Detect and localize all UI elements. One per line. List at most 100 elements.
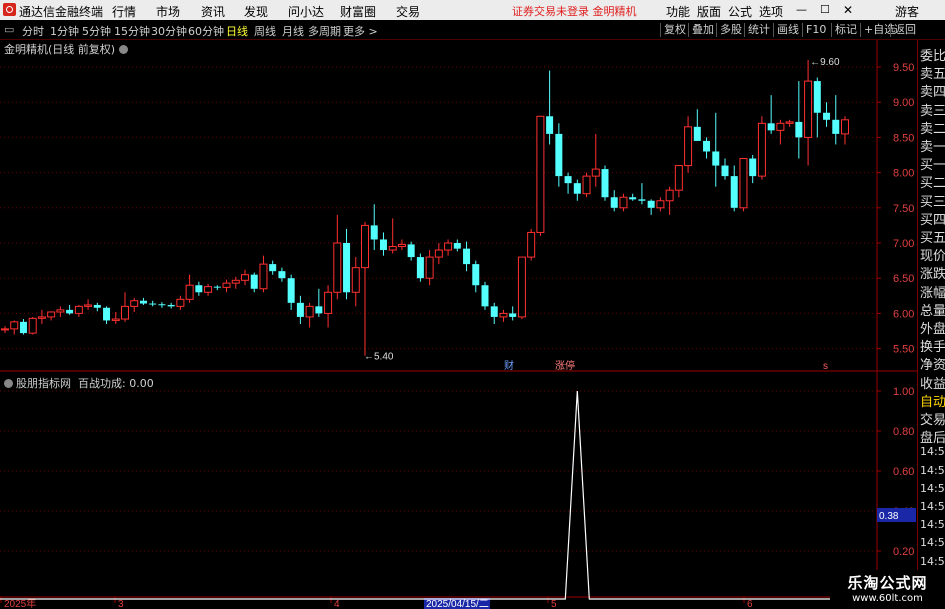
candle-body-down (767, 123, 775, 131)
quote-panel-label: 净资 (920, 358, 945, 374)
quote-panel-label: 14:56 (920, 463, 945, 477)
quote-panel-label: 14:56 (920, 481, 945, 495)
kline-chart[interactable]: 9.50 9.00 8.50 8.00 7.50 7.00 6.50 6.00 5.50 ←9.6… (0, 0, 945, 609)
quote-panel-label: 买四 (920, 212, 945, 228)
quote-panel-label: 收益 (920, 376, 945, 392)
quote-panel-label: 换手 (920, 340, 945, 356)
candle-body-down (407, 244, 415, 258)
candle-body-up (665, 189, 674, 202)
candle-body-up (241, 274, 249, 281)
candle-body-up (684, 126, 693, 167)
price-tick-label: 9.00 (893, 97, 914, 109)
watermark-title: 乐淘公式网 (847, 574, 928, 592)
quote-panel-label: 卖三 (920, 103, 945, 119)
candle-body-up (397, 243, 406, 248)
candle-body-down (250, 274, 258, 289)
candle-body-down (601, 169, 609, 198)
indicator-title: 股朋指标网 百战功成: 0.00 (4, 375, 154, 391)
candle-body-up (841, 119, 849, 135)
candle-body-down (813, 81, 821, 113)
quote-panel-label: 委比 (920, 49, 945, 64)
candle-body-down (93, 304, 101, 308)
candle-body-down (66, 309, 74, 314)
quote-panel-label: 卖二 (920, 121, 945, 137)
low-price-label: ←5.40 (364, 352, 394, 363)
candle-body-up (776, 122, 785, 131)
candle-body-up (305, 305, 314, 318)
candle-body-down (278, 271, 286, 279)
candle-body-down (103, 307, 111, 321)
quote-panel-label: 现价 (920, 249, 945, 265)
quote-panel-label: 自动 (920, 394, 945, 410)
indicator-line (0, 390, 877, 600)
price-tick-label: 6.00 (893, 308, 914, 320)
candle-body-up (527, 231, 536, 258)
candle-body-up (425, 256, 434, 279)
candle-body-up (804, 80, 813, 138)
candle-body-up (619, 196, 628, 209)
candle-body-up (10, 321, 19, 330)
candle-body-up (1, 328, 9, 331)
candle-body-up (47, 311, 56, 318)
candle-body-down (149, 303, 157, 305)
candle-body-down (823, 112, 831, 120)
settings-dropdown-icon[interactable] (119, 45, 129, 54)
price-tick-label: 7.50 (893, 203, 914, 215)
candle-body-down (721, 165, 729, 177)
candle-body-down (269, 264, 277, 272)
candle-body-up (434, 249, 443, 258)
price-tick-label: 8.00 (893, 168, 914, 180)
candle-body-up (739, 158, 748, 209)
candle-body-down (573, 183, 581, 194)
cursor-date-label: 2025/04/15/二 (426, 599, 489, 609)
s-marker: s (823, 361, 828, 372)
x-tick-label: 4 (334, 599, 340, 609)
candle-body-up (222, 282, 231, 288)
candle-body-up (536, 115, 545, 233)
candle-body-down (19, 321, 27, 334)
candle-body-up (324, 291, 333, 314)
quote-panel: 委比 卖五 卖四 卖三 卖二 卖一 买一 买二 买三 买四 买五 现价 涨跌 涨幅 总量 外盘 换手 净资 收益 自动… (917, 40, 945, 609)
candle-body-up (499, 312, 508, 318)
candle-body-down (158, 304, 166, 306)
quote-panel-label: 14:56 (920, 445, 945, 459)
candle-body-up (259, 263, 268, 290)
stock-title: 金明精机(日线 前复权) (4, 43, 116, 56)
high-price-label: ←9.60 (810, 57, 840, 68)
candle-body-up (204, 286, 213, 293)
quote-panel-label: 总量 (920, 303, 945, 319)
quote-panel-label: 14:56 (920, 554, 945, 568)
candle-body-up (74, 305, 83, 314)
main-chart-title: 金明精机(日线 前复权) (4, 41, 129, 57)
candle-body-up (130, 300, 139, 307)
candle-body-up (28, 317, 37, 334)
quote-panel-label: 涨跌 (920, 267, 945, 283)
price-tick-label: 6.50 (893, 273, 914, 285)
candle-body-down (555, 133, 563, 177)
candle-body-down (647, 200, 655, 208)
x-tick-label: 5 (551, 599, 557, 609)
price-tick-label: 5.50 (893, 344, 914, 356)
quote-panel-label: 卖四 (920, 85, 945, 101)
candle-body-down (712, 151, 720, 166)
candle-body-down (287, 278, 295, 303)
candle-body-down (832, 119, 840, 134)
candle-body-down (509, 313, 517, 317)
watermark-url: www.60lt.com (852, 593, 923, 604)
candle-body-down (546, 116, 554, 134)
price-tick-label: 7.00 (893, 238, 914, 250)
candle-body-down (629, 197, 637, 200)
candle-body-down (490, 306, 498, 317)
candle-body-up (84, 304, 93, 307)
candle-body-down (370, 225, 378, 240)
x-tick-label: 3 (118, 599, 124, 609)
finance-marker: 财 (504, 359, 514, 372)
candle-body-down (703, 140, 711, 152)
candle-body-down (463, 248, 471, 265)
candle-body-down (730, 176, 738, 208)
candle-body-up (111, 318, 120, 321)
candle-body-down (453, 243, 461, 249)
indicator-dropdown-icon[interactable] (4, 379, 13, 388)
candle-body-down (795, 121, 803, 138)
candle-body-down (638, 199, 646, 201)
